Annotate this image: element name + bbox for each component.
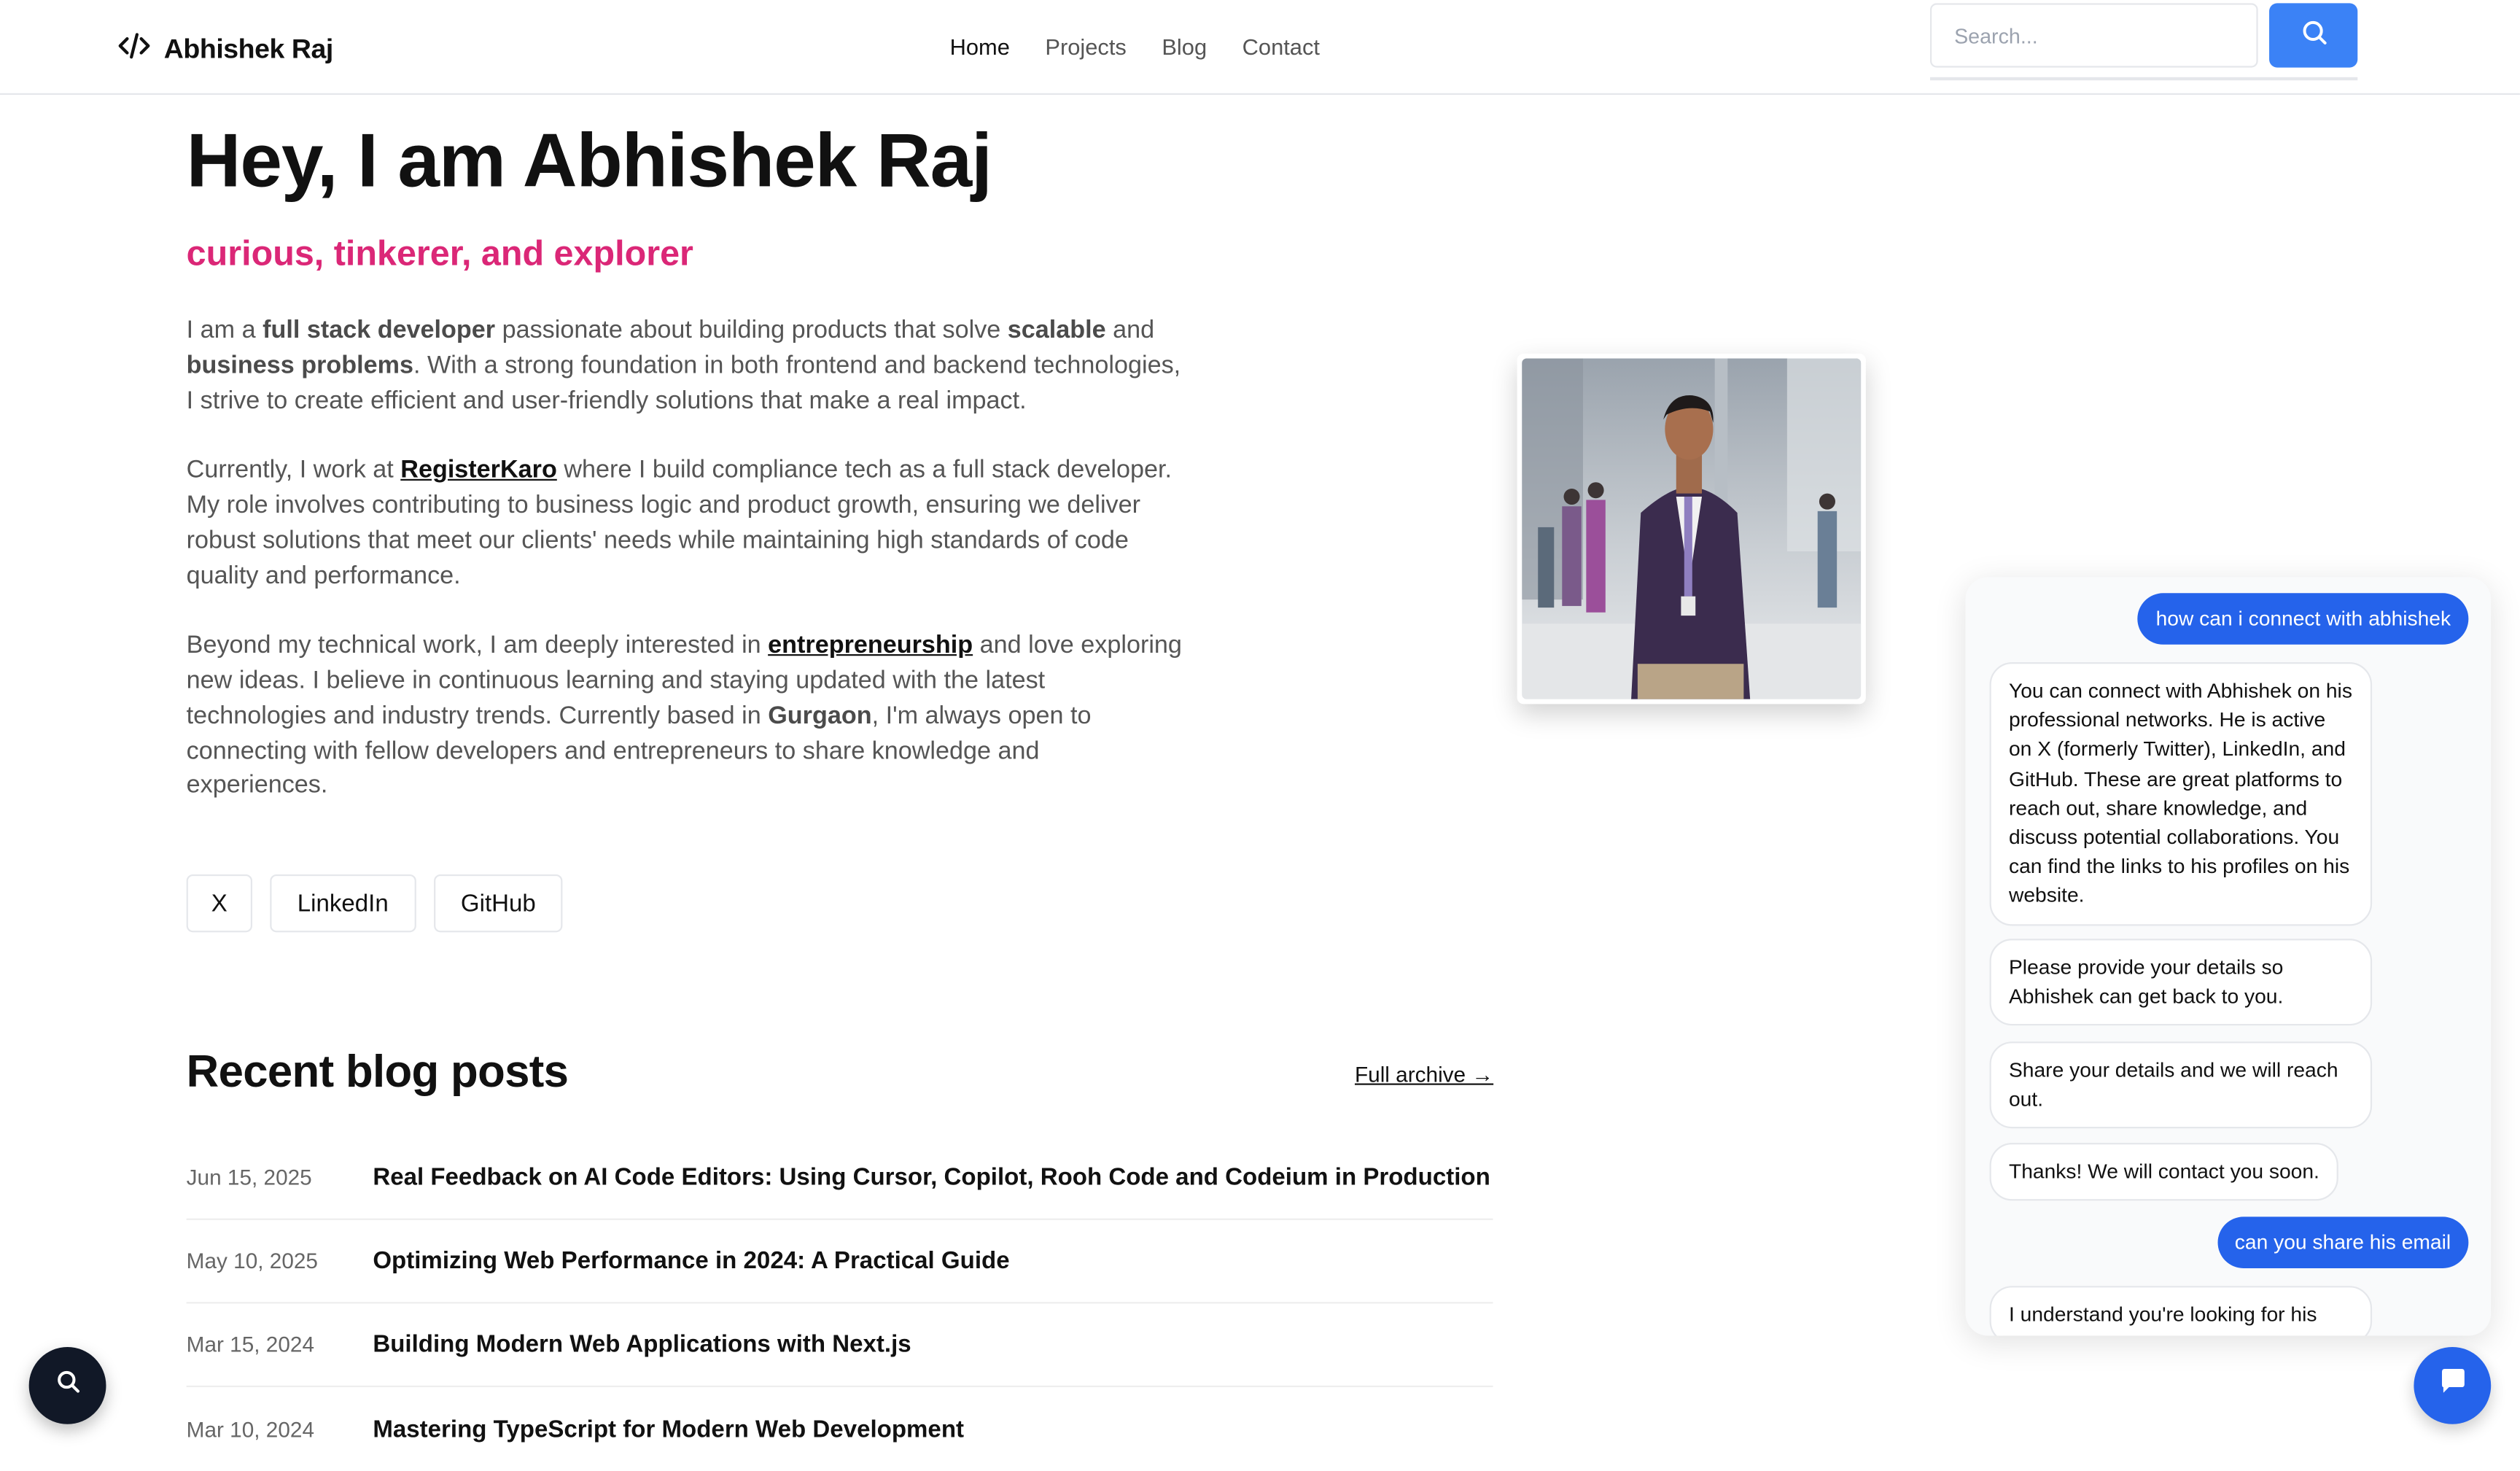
tagline: curious, tinkerer, and explorer: [186, 233, 693, 273]
post-title[interactable]: Optimizing Web Performance in 2024: A Pr…: [373, 1247, 1009, 1274]
code-icon: [117, 29, 151, 71]
brand-link[interactable]: Abhishek Raj: [117, 29, 333, 71]
text: Beyond my technical work, I am deeply in…: [186, 632, 769, 660]
post-date: May 10, 2025: [186, 1249, 318, 1273]
nav-home[interactable]: Home: [950, 34, 1010, 59]
nav-blog[interactable]: Blog: [1162, 34, 1207, 59]
brand-name: Abhishek Raj: [163, 34, 334, 65]
blog-section-title: Recent blog posts: [186, 1046, 569, 1097]
profile-photo: [1517, 353, 1866, 705]
floating-search-button[interactable]: [28, 1346, 106, 1424]
blog-post-item[interactable]: Jun 15, 2025 Real Feedback on AI Code Ed…: [186, 1136, 1493, 1220]
nav-projects[interactable]: Projects: [1045, 34, 1126, 59]
linkedin-button[interactable]: LinkedIn: [270, 874, 416, 933]
chat-icon: [2435, 1365, 2469, 1406]
profile-photo-image: [1522, 358, 1862, 699]
about-paragraph-2: Currently, I work at RegisterKaro where …: [187, 454, 1183, 594]
search-icon: [54, 1368, 81, 1403]
search-icon: [2299, 17, 2328, 54]
main-nav: Home Projects Blog Contact: [950, 34, 1320, 59]
github-button[interactable]: GitHub: [433, 874, 564, 933]
chat-message-bot: Please provide your details so Abhishek …: [1989, 939, 2373, 1027]
chat-message-user: how can i connect with abhishek: [2138, 593, 2469, 645]
post-date: Mar 15, 2024: [186, 1332, 315, 1357]
x-button[interactable]: X: [186, 874, 253, 933]
chat-message-bot: Thanks! We will contact you soon.: [1989, 1143, 2339, 1201]
text: Currently, I work at: [186, 457, 401, 484]
emphasis: Gurgaon: [768, 702, 872, 730]
blog-post-list: Jun 15, 2025 Real Feedback on AI Code Ed…: [186, 1136, 1493, 1471]
post-title[interactable]: Mastering TypeScript for Modern Web Deve…: [373, 1416, 964, 1443]
blog-post-item[interactable]: May 10, 2025 Optimizing Web Performance …: [186, 1220, 1493, 1304]
emphasis: full stack developer: [262, 317, 496, 344]
post-date: Mar 10, 2024: [186, 1416, 315, 1441]
nav-contact[interactable]: Contact: [1242, 34, 1320, 59]
about-paragraph-3: Beyond my technical work, I am deeply in…: [187, 629, 1183, 804]
emphasis: scalable: [1007, 317, 1106, 344]
header-search: [1930, 3, 2358, 81]
emphasis: business problems: [186, 352, 414, 379]
chat-panel: how can i connect with abhishek You can …: [1965, 577, 2492, 1336]
blog-post-item[interactable]: Mar 15, 2024 Building Modern Web Applica…: [186, 1303, 1493, 1388]
about-section: I am a full stack developer passionate a…: [187, 314, 1183, 839]
blog-post-item[interactable]: Mar 10, 2024 Mastering TypeScript for Mo…: [187, 1387, 1493, 1471]
post-title[interactable]: Real Feedback on AI Code Editors: Using …: [373, 1164, 1490, 1191]
chat-message-user: can you share his email: [2217, 1216, 2469, 1269]
page-title: Hey, I am Abhishek Raj: [186, 117, 992, 203]
search-input[interactable]: [1930, 3, 2258, 68]
registerkaro-link[interactable]: RegisterKaro: [400, 457, 557, 484]
text: I am a: [186, 317, 263, 344]
text: passionate about building products that …: [495, 317, 1008, 344]
post-date: Jun 15, 2025: [186, 1165, 312, 1189]
chat-message-bot: Share your details and we will reach out…: [1989, 1041, 2373, 1130]
social-links: X LinkedIn GitHub: [186, 874, 564, 933]
chat-message-bot: I understand you're looking for his: [1989, 1286, 2373, 1336]
full-archive-link[interactable]: Full archive →: [1355, 1063, 1493, 1087]
search-button[interactable]: [2269, 3, 2358, 68]
chat-message-bot: You can connect with Abhishek on his pro…: [1989, 662, 2373, 925]
entrepreneurship-link[interactable]: entrepreneurship: [768, 632, 973, 659]
post-title[interactable]: Building Modern Web Applications with Ne…: [373, 1331, 911, 1358]
chat-toggle-button[interactable]: [2414, 1346, 2492, 1424]
about-paragraph-1: I am a full stack developer passionate a…: [187, 314, 1183, 419]
text: and: [1105, 317, 1155, 344]
site-header: Abhishek Raj Home Projects Blog Contact: [0, 0, 2520, 96]
